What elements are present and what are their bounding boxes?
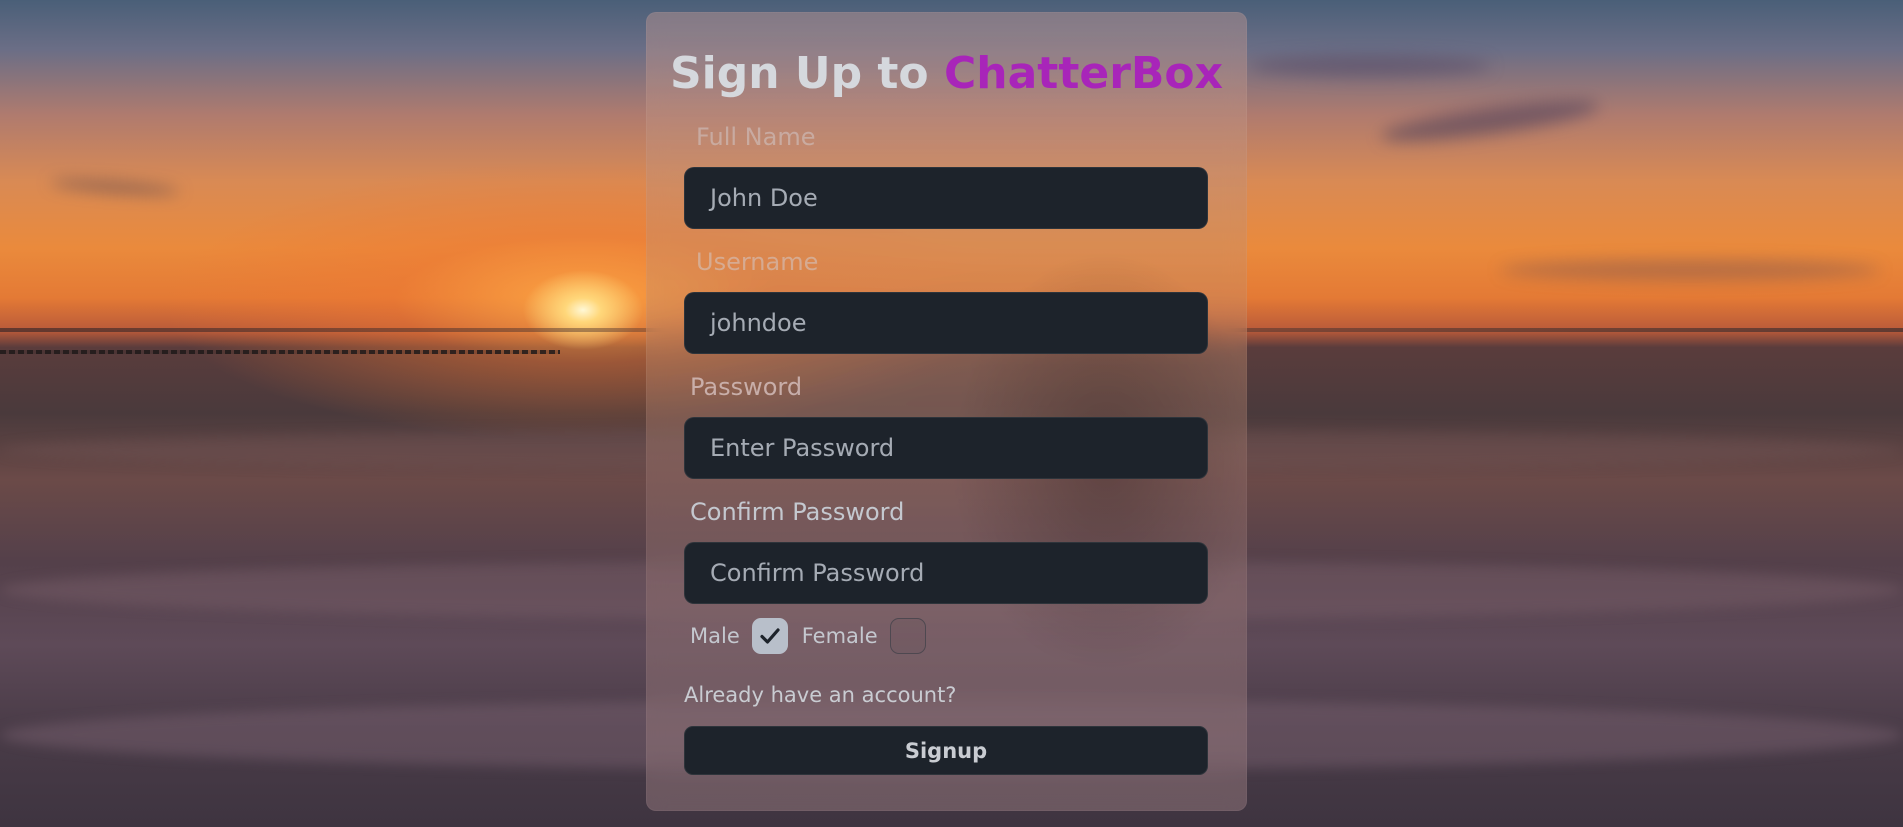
female-label: Female xyxy=(801,624,878,648)
female-checkbox[interactable] xyxy=(889,618,926,654)
username-label: Username xyxy=(696,248,819,276)
gender-selector: Male Female xyxy=(690,617,940,655)
login-link[interactable]: Already have an account? xyxy=(684,683,956,707)
password-label: Password xyxy=(690,373,803,401)
username-input[interactable]: johndoe xyxy=(684,292,1208,354)
checkmark-icon xyxy=(760,628,780,644)
title-prefix: Sign Up to xyxy=(669,48,944,99)
password-input[interactable]: Enter Password xyxy=(684,417,1208,479)
male-checkbox[interactable] xyxy=(751,618,788,654)
signup-button[interactable]: Signup xyxy=(684,726,1208,775)
confirm-password-label: Confirm Password xyxy=(690,498,905,526)
background-cloud xyxy=(1250,55,1490,77)
full-name-label: Full Name xyxy=(696,123,816,151)
male-label: Male xyxy=(690,624,740,648)
background-cloud xyxy=(1500,260,1880,280)
confirm-password-input[interactable]: Confirm Password xyxy=(684,542,1208,604)
pier xyxy=(0,350,560,354)
page-title: Sign Up to ChatterBox xyxy=(646,48,1247,99)
full-name-input[interactable]: John Doe xyxy=(684,167,1208,229)
brand-name: ChatterBox xyxy=(943,48,1224,99)
